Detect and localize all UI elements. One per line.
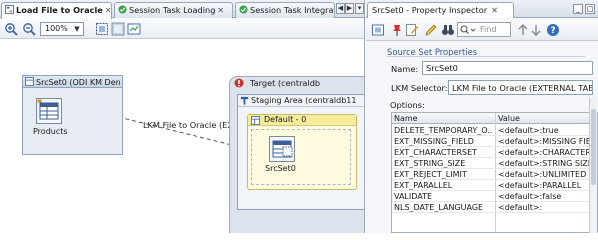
chevron-down-icon: ▼ xyxy=(74,25,80,33)
inspector-tab-bar: SrcSet0 - Property Inspector ✕ _ □ xyxy=(366,0,598,18)
pin-icon[interactable] xyxy=(371,23,385,37)
inspector-toolbar: Find ? xyxy=(366,19,598,41)
edit-icon[interactable] xyxy=(405,23,419,37)
name-label: Name: xyxy=(391,64,419,74)
find-previous-icon[interactable] xyxy=(529,23,543,37)
table-row[interactable]: EXT_STRING_SIZE <default>:STRING SIZES... xyxy=(392,158,597,169)
tab-load-file-to-oracle[interactable]: Load File to Oracle ✕ xyxy=(1,2,112,19)
scrollbar-thumb[interactable] xyxy=(591,109,596,185)
tab-property-inspector[interactable]: SrcSet0 - Property Inspector ✕ xyxy=(367,2,514,18)
tab-scroll-right-icon[interactable]: ▶ xyxy=(345,3,354,14)
tab-session-task-loading[interactable]: Session Task Loading ✕ xyxy=(114,2,233,18)
target-title: Target (centraldb xyxy=(250,78,321,88)
binoculars-icon[interactable] xyxy=(441,23,455,37)
close-tab-icon[interactable]: ✕ xyxy=(217,6,224,15)
zoom-in-icon[interactable] xyxy=(4,22,18,36)
options-label: Options: xyxy=(390,100,425,110)
source-set-header: SrcSet0 (ODI KM Den xyxy=(23,76,122,88)
table-row[interactable]: NLS_DATE_LANGUAGE <default>: xyxy=(392,202,597,213)
source-set-icon xyxy=(25,77,34,86)
find-input[interactable]: Find xyxy=(457,22,511,37)
mapping-editor: Load File to Oracle ✕ Session Task Loadin… xyxy=(0,0,365,233)
close-tab-icon[interactable]: ✕ xyxy=(105,6,111,15)
staging-area-box[interactable]: Staging Area (centraldb11 Default - 0 Sr… xyxy=(237,94,364,210)
tab-list-icon[interactable]: ▾ xyxy=(355,3,364,14)
zoom-select[interactable]: 100% ▼ xyxy=(40,22,84,36)
table-row[interactable]: EXT_REJECT_LIMIT <default>:UNLIMITED xyxy=(392,169,597,180)
close-tab-icon[interactable]: ✕ xyxy=(491,5,498,15)
target-box[interactable]: Target (centraldb Staging Area (centrald… xyxy=(229,76,364,233)
table-row[interactable]: EXT_PARALLEL <default>:PARALLEL xyxy=(392,180,597,191)
name-field[interactable]: SrcSet0 xyxy=(422,61,593,75)
editor-toolbar: 100% ▼ xyxy=(0,19,364,39)
source-set-node-label: SrcSet0 xyxy=(265,164,296,173)
staging-area-icon xyxy=(240,96,249,105)
editor-tab-bar: Load File to Oracle ✕ Session Task Loadin… xyxy=(0,0,364,19)
table-row[interactable]: VALIDATE <default>:false xyxy=(392,191,597,202)
lkm-selector-label: LKM Selector: xyxy=(391,83,448,93)
column-header-value[interactable]: Value xyxy=(496,113,597,124)
zoom-out-icon[interactable] xyxy=(22,22,36,36)
datastore-label: Products xyxy=(33,127,68,136)
source-set-drop-zone[interactable] xyxy=(251,129,351,185)
section-divider xyxy=(387,56,585,57)
minimize-icon[interactable]: _ xyxy=(573,4,583,14)
inspector-scrollbar[interactable] xyxy=(589,97,597,233)
fit-to-window-icon[interactable] xyxy=(95,22,109,36)
freeze-icon[interactable] xyxy=(390,23,404,37)
datastore-icon[interactable] xyxy=(36,98,62,124)
layout-icon[interactable] xyxy=(111,22,125,36)
property-inspector: SrcSet0 - Property Inspector ✕ _ □ Find ?… xyxy=(366,0,598,233)
table-row[interactable]: EXT_CHARACTERSET <default>:CHARACTER... xyxy=(392,147,597,158)
options-table[interactable]: Name Value DELETE_TEMPORARY_O... <default… xyxy=(391,112,598,233)
diagram-canvas[interactable]: SrcSet0 (ODI KM Den Products LKM File to… xyxy=(0,40,364,233)
check-circle-icon xyxy=(118,5,127,14)
maximize-icon[interactable]: □ xyxy=(585,4,595,14)
default-dataset-box[interactable]: Default - 0 SrcSet0 xyxy=(247,114,357,190)
source-set-node-icon[interactable] xyxy=(269,136,295,162)
source-set-box[interactable]: SrcSet0 (ODI KM Den Products xyxy=(22,75,123,155)
pencil-icon[interactable] xyxy=(424,23,438,37)
default-dataset-title: Default - 0 xyxy=(248,115,356,126)
export-diagram-icon[interactable] xyxy=(127,22,141,36)
lkm-selector-dropdown[interactable]: LKM File to Oracle (EXTERNAL TABLE) xyxy=(448,80,593,95)
dataset-icon xyxy=(251,116,260,125)
svg-text:?: ? xyxy=(550,26,555,36)
staging-area-title: Staging Area (centraldb11 xyxy=(238,95,364,107)
tab-scroll-left-icon[interactable]: ◀ xyxy=(336,3,345,14)
help-icon[interactable]: ? xyxy=(546,23,560,37)
error-icon xyxy=(234,78,244,88)
table-row[interactable]: EXT_MISSING_FIELD <default>:MISSING FIEL.… xyxy=(392,136,597,147)
table-row[interactable]: DELETE_TEMPORARY_O... <default>:true xyxy=(392,125,597,136)
find-next-icon[interactable] xyxy=(516,23,530,37)
search-icon xyxy=(460,25,476,34)
column-header-name[interactable]: Name xyxy=(392,113,495,124)
mapping-icon xyxy=(5,5,14,14)
tab-session-task-integration[interactable]: Session Task Integrati xyxy=(235,2,335,18)
check-circle-icon xyxy=(239,5,248,14)
